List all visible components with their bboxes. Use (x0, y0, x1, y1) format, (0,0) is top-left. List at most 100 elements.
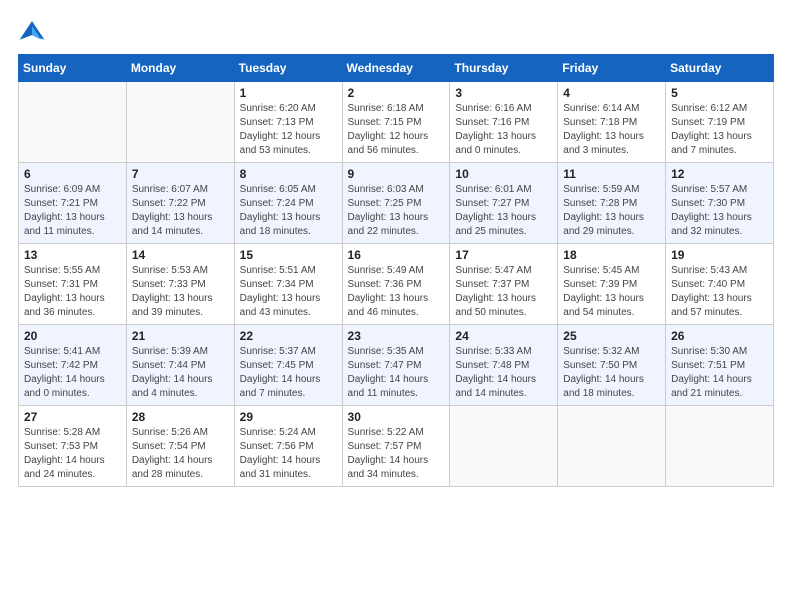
calendar-cell: 17 Sunrise: 5:47 AM Sunset: 7:37 PM Dayli… (450, 244, 558, 325)
day-info: Sunrise: 5:43 AM Sunset: 7:40 PM Dayligh… (671, 264, 768, 320)
day-number: 23 (348, 329, 445, 343)
day-info: Sunrise: 6:03 AM Sunset: 7:25 PM Dayligh… (348, 183, 445, 239)
weekday-header-friday: Friday (558, 55, 666, 82)
day-info: Sunrise: 5:24 AM Sunset: 7:56 PM Dayligh… (240, 426, 337, 482)
calendar-cell: 26 Sunrise: 5:30 AM Sunset: 7:51 PM Dayli… (666, 325, 774, 406)
calendar-cell: 16 Sunrise: 5:49 AM Sunset: 7:36 PM Dayli… (342, 244, 450, 325)
day-info: Sunrise: 6:14 AM Sunset: 7:18 PM Dayligh… (563, 102, 660, 158)
calendar-cell: 25 Sunrise: 5:32 AM Sunset: 7:50 PM Dayli… (558, 325, 666, 406)
calendar-cell: 9 Sunrise: 6:03 AM Sunset: 7:25 PM Daylig… (342, 163, 450, 244)
calendar-cell (450, 406, 558, 487)
calendar-week-row: 27 Sunrise: 5:28 AM Sunset: 7:53 PM Dayli… (19, 406, 774, 487)
logo-bird-icon (18, 18, 46, 46)
day-info: Sunrise: 6:09 AM Sunset: 7:21 PM Dayligh… (24, 183, 121, 239)
day-info: Sunrise: 5:32 AM Sunset: 7:50 PM Dayligh… (563, 345, 660, 401)
calendar-cell: 15 Sunrise: 5:51 AM Sunset: 7:34 PM Dayli… (234, 244, 342, 325)
calendar-cell: 12 Sunrise: 5:57 AM Sunset: 7:30 PM Dayli… (666, 163, 774, 244)
day-info: Sunrise: 6:16 AM Sunset: 7:16 PM Dayligh… (455, 102, 552, 158)
weekday-header-sunday: Sunday (19, 55, 127, 82)
day-number: 13 (24, 248, 121, 262)
day-number: 26 (671, 329, 768, 343)
calendar-table: SundayMondayTuesdayWednesdayThursdayFrid… (18, 54, 774, 487)
day-info: Sunrise: 6:07 AM Sunset: 7:22 PM Dayligh… (132, 183, 229, 239)
logo (18, 18, 50, 46)
day-info: Sunrise: 6:18 AM Sunset: 7:15 PM Dayligh… (348, 102, 445, 158)
day-number: 4 (563, 86, 660, 100)
day-number: 6 (24, 167, 121, 181)
day-info: Sunrise: 5:28 AM Sunset: 7:53 PM Dayligh… (24, 426, 121, 482)
calendar-cell: 10 Sunrise: 6:01 AM Sunset: 7:27 PM Dayli… (450, 163, 558, 244)
day-info: Sunrise: 6:05 AM Sunset: 7:24 PM Dayligh… (240, 183, 337, 239)
day-number: 9 (348, 167, 445, 181)
day-number: 3 (455, 86, 552, 100)
day-number: 12 (671, 167, 768, 181)
day-number: 18 (563, 248, 660, 262)
day-number: 15 (240, 248, 337, 262)
calendar-cell: 1Sunrise: 6:20 AM Sunset: 7:13 PM Daylig… (234, 82, 342, 163)
day-number: 29 (240, 410, 337, 424)
calendar-cell: 18 Sunrise: 5:45 AM Sunset: 7:39 PM Dayli… (558, 244, 666, 325)
day-info: Sunrise: 5:47 AM Sunset: 7:37 PM Dayligh… (455, 264, 552, 320)
calendar-cell: 14Sunrise: 5:53 AM Sunset: 7:33 PM Dayli… (126, 244, 234, 325)
weekday-header-monday: Monday (126, 55, 234, 82)
calendar-cell: 11Sunrise: 5:59 AM Sunset: 7:28 PM Dayli… (558, 163, 666, 244)
day-number: 17 (455, 248, 552, 262)
day-number: 22 (240, 329, 337, 343)
day-info: Sunrise: 5:53 AM Sunset: 7:33 PM Dayligh… (132, 264, 229, 320)
calendar-cell (558, 406, 666, 487)
day-info: Sunrise: 5:49 AM Sunset: 7:36 PM Dayligh… (348, 264, 445, 320)
day-info: Sunrise: 5:35 AM Sunset: 7:47 PM Dayligh… (348, 345, 445, 401)
weekday-header-thursday: Thursday (450, 55, 558, 82)
day-info: Sunrise: 5:37 AM Sunset: 7:45 PM Dayligh… (240, 345, 337, 401)
calendar-cell: 28 Sunrise: 5:26 AM Sunset: 7:54 PM Dayli… (126, 406, 234, 487)
day-info: Sunrise: 5:55 AM Sunset: 7:31 PM Dayligh… (24, 264, 121, 320)
page: SundayMondayTuesdayWednesdayThursdayFrid… (0, 0, 792, 612)
calendar-cell: 5 Sunrise: 6:12 AM Sunset: 7:19 PM Daylig… (666, 82, 774, 163)
calendar-cell: 7 Sunrise: 6:07 AM Sunset: 7:22 PM Daylig… (126, 163, 234, 244)
header (18, 18, 774, 46)
day-info: Sunrise: 5:22 AM Sunset: 7:57 PM Dayligh… (348, 426, 445, 482)
day-number: 24 (455, 329, 552, 343)
weekday-header-wednesday: Wednesday (342, 55, 450, 82)
day-info: Sunrise: 5:30 AM Sunset: 7:51 PM Dayligh… (671, 345, 768, 401)
day-number: 19 (671, 248, 768, 262)
calendar-cell: 13 Sunrise: 5:55 AM Sunset: 7:31 PM Dayli… (19, 244, 127, 325)
calendar-week-row: 1Sunrise: 6:20 AM Sunset: 7:13 PM Daylig… (19, 82, 774, 163)
calendar-cell: 3 Sunrise: 6:16 AM Sunset: 7:16 PM Daylig… (450, 82, 558, 163)
day-number: 20 (24, 329, 121, 343)
calendar-cell: 21 Sunrise: 5:39 AM Sunset: 7:44 PM Dayli… (126, 325, 234, 406)
calendar-header-row: SundayMondayTuesdayWednesdayThursdayFrid… (19, 55, 774, 82)
day-info: Sunrise: 5:45 AM Sunset: 7:39 PM Dayligh… (563, 264, 660, 320)
day-info: Sunrise: 6:12 AM Sunset: 7:19 PM Dayligh… (671, 102, 768, 158)
day-info: Sunrise: 5:26 AM Sunset: 7:54 PM Dayligh… (132, 426, 229, 482)
day-number: 5 (671, 86, 768, 100)
day-number: 21 (132, 329, 229, 343)
day-number: 25 (563, 329, 660, 343)
calendar-cell (19, 82, 127, 163)
weekday-header-tuesday: Tuesday (234, 55, 342, 82)
calendar-cell: 19 Sunrise: 5:43 AM Sunset: 7:40 PM Dayli… (666, 244, 774, 325)
day-info: Sunrise: 5:33 AM Sunset: 7:48 PM Dayligh… (455, 345, 552, 401)
day-info: Sunrise: 6:01 AM Sunset: 7:27 PM Dayligh… (455, 183, 552, 239)
calendar-week-row: 13 Sunrise: 5:55 AM Sunset: 7:31 PM Dayli… (19, 244, 774, 325)
calendar-cell: 24 Sunrise: 5:33 AM Sunset: 7:48 PM Dayli… (450, 325, 558, 406)
calendar-cell: 30 Sunrise: 5:22 AM Sunset: 7:57 PM Dayli… (342, 406, 450, 487)
calendar-cell: 27 Sunrise: 5:28 AM Sunset: 7:53 PM Dayli… (19, 406, 127, 487)
calendar-cell: 29 Sunrise: 5:24 AM Sunset: 7:56 PM Dayli… (234, 406, 342, 487)
calendar-cell: 20Sunrise: 5:41 AM Sunset: 7:42 PM Dayli… (19, 325, 127, 406)
calendar-cell: 8Sunrise: 6:05 AM Sunset: 7:24 PM Daylig… (234, 163, 342, 244)
calendar-cell: 2Sunrise: 6:18 AM Sunset: 7:15 PM Daylig… (342, 82, 450, 163)
day-info: Sunrise: 5:51 AM Sunset: 7:34 PM Dayligh… (240, 264, 337, 320)
calendar-cell: 23 Sunrise: 5:35 AM Sunset: 7:47 PM Dayli… (342, 325, 450, 406)
day-number: 27 (24, 410, 121, 424)
calendar-cell: 4 Sunrise: 6:14 AM Sunset: 7:18 PM Daylig… (558, 82, 666, 163)
day-number: 16 (348, 248, 445, 262)
day-number: 10 (455, 167, 552, 181)
day-number: 28 (132, 410, 229, 424)
day-info: Sunrise: 5:57 AM Sunset: 7:30 PM Dayligh… (671, 183, 768, 239)
calendar-cell (666, 406, 774, 487)
day-number: 30 (348, 410, 445, 424)
calendar-week-row: 20Sunrise: 5:41 AM Sunset: 7:42 PM Dayli… (19, 325, 774, 406)
day-info: Sunrise: 5:39 AM Sunset: 7:44 PM Dayligh… (132, 345, 229, 401)
day-number: 7 (132, 167, 229, 181)
